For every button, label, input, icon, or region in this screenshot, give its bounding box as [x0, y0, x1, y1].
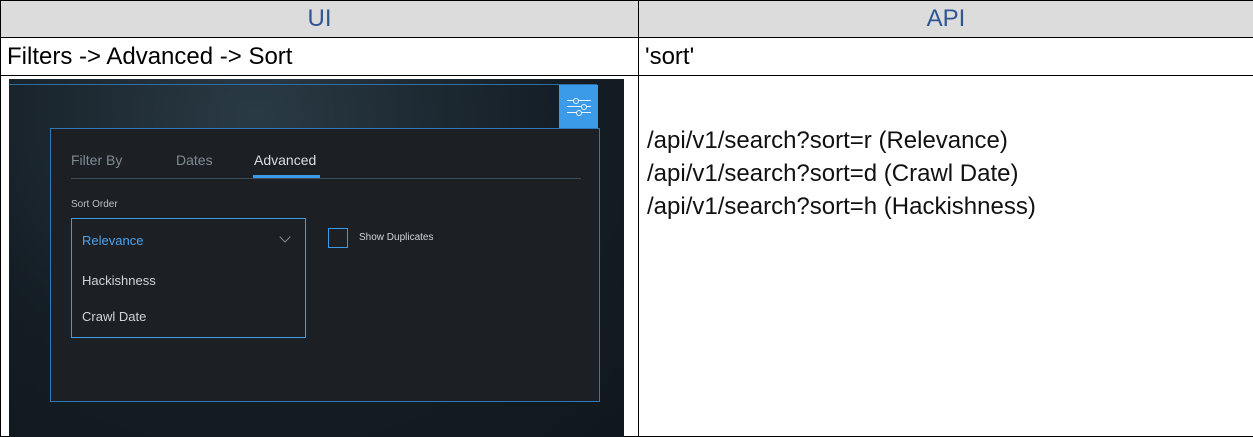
api-example-relevance: /api/v1/search?sort=r (Relevance) — [647, 127, 1008, 154]
show-duplicates-label: Show Duplicates — [359, 232, 434, 243]
active-tab-indicator — [253, 175, 320, 178]
api-examples: /api/v1/search?sort=r (Relevance) /api/v… — [647, 124, 1253, 223]
param-row: Filters -> Advanced -> Sort 'sort' — [0, 37, 1253, 76]
search-bar-border — [9, 84, 597, 85]
tab-dates[interactable]: Dates — [176, 152, 213, 168]
filter-tabs: Filter By Dates Advanced — [71, 152, 581, 179]
header-ui: UI — [0, 0, 639, 38]
header-row: UI API — [0, 0, 1253, 38]
sort-order-select[interactable]: Relevance — [71, 218, 306, 263]
ui-screenshot-cell: Filter By Dates Advanced Sort Order Rele… — [0, 75, 639, 437]
comparison-table: UI API Filters -> Advanced -> Sort 'sort… — [0, 0, 1253, 437]
ui-screenshot: Filter By Dates Advanced Sort Order Rele… — [9, 79, 624, 437]
ui-path-cell: Filters -> Advanced -> Sort — [0, 37, 639, 76]
api-example-crawl-date: /api/v1/search?sort=d (Crawl Date) — [647, 160, 1019, 187]
api-param-cell: 'sort' — [638, 37, 1253, 76]
sort-order-options: Hackishness Crawl Date — [71, 261, 306, 338]
header-api: API — [638, 0, 1253, 38]
api-examples-cell: /api/v1/search?sort=r (Relevance) /api/v… — [638, 75, 1253, 437]
chevron-down-icon — [279, 231, 291, 243]
filter-panel: Filter By Dates Advanced Sort Order Rele… — [50, 128, 600, 402]
tab-filter-by[interactable]: Filter By — [71, 152, 122, 168]
api-example-hackishness: /api/v1/search?sort=h (Hackishness) — [647, 193, 1036, 220]
sort-order-label: Sort Order — [71, 199, 118, 210]
option-hackishness[interactable]: Hackishness — [82, 273, 156, 288]
option-crawl-date[interactable]: Crawl Date — [82, 309, 146, 324]
filter-sliders-icon[interactable] — [559, 85, 598, 128]
tab-advanced[interactable]: Advanced — [254, 152, 316, 168]
show-duplicates-checkbox[interactable] — [328, 228, 348, 248]
detail-row: Filter By Dates Advanced Sort Order Rele… — [0, 75, 1253, 437]
sort-order-value: Relevance — [82, 233, 144, 248]
